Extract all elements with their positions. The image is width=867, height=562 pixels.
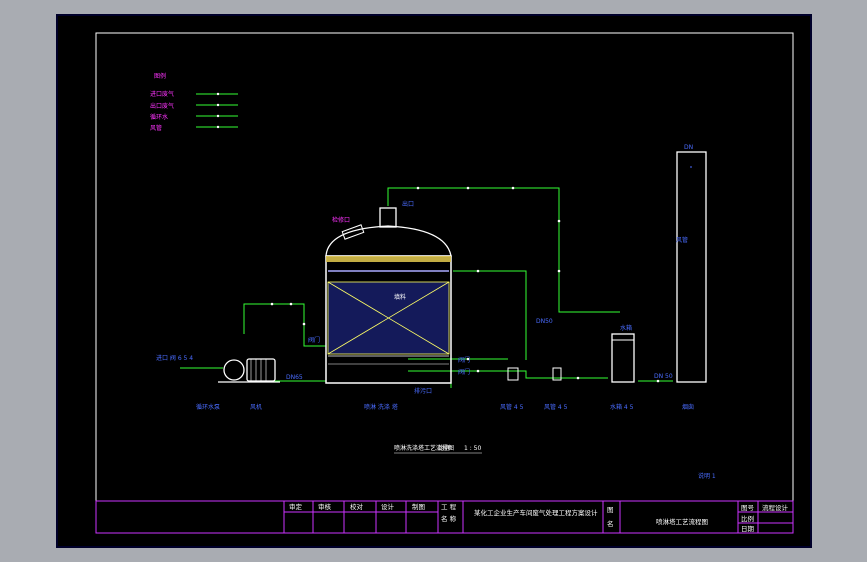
legend: 进口废气 出口废气 循环水 风管 xyxy=(150,90,238,132)
legend-item-4: 风管 xyxy=(150,124,162,132)
drawing-sheet: 图例 进口废气 出口废气 循环水 风管 检修口 出口 填料 进口 阀 6 5 4… xyxy=(95,32,794,534)
eq-label-pipe1: 风管 4 5 xyxy=(500,403,524,411)
label-valve-a: 阀门 xyxy=(458,356,470,364)
tb-cell-2: 审核 xyxy=(318,502,332,511)
legend-item-2: 出口废气 xyxy=(150,102,174,110)
tb-project-label: 工 程 xyxy=(441,502,457,511)
scale-value: 1 : 50 xyxy=(464,445,481,452)
tower-outlet-stub xyxy=(379,207,397,228)
label-manhole: 检修口 xyxy=(332,216,350,224)
scrubber-tower xyxy=(325,207,452,384)
demister-layer xyxy=(326,256,451,262)
tb-right-2: 比例 xyxy=(741,514,754,523)
legend-item-1: 进口废气 xyxy=(150,90,174,98)
legend-title: 图例 xyxy=(154,72,166,80)
label-valve-b: 阀门 xyxy=(458,368,470,376)
eq-label-pump: 循环水泵 xyxy=(196,403,220,411)
note-label: 说明 1 xyxy=(698,472,716,480)
manhole-hatch xyxy=(341,224,365,240)
tb-right-value: 流程设计 xyxy=(762,503,789,512)
label-stack-mark: 风管 xyxy=(676,236,688,244)
eq-label-stack: 烟囱 xyxy=(682,403,694,411)
label-packing: 填料 xyxy=(394,293,406,301)
tb-project-name: 某化工企业生产车间废气处理工程方案设计 xyxy=(474,508,598,517)
pipe-pump-riser xyxy=(243,303,327,361)
label-drain: 排污口 xyxy=(414,387,432,395)
eq-label-tower: 喷淋 洗涤 塔 xyxy=(364,403,398,411)
fan-1 xyxy=(507,367,519,381)
cad-viewport[interactable]: 图例 进口废气 出口废气 循环水 风管 检修口 出口 填料 进口 阀 6 5 4… xyxy=(56,14,812,548)
label-tank-top: 水箱 xyxy=(620,324,632,332)
tb-drawing-sub: 名 xyxy=(607,519,614,528)
label-pipe-right: DN 50 xyxy=(654,373,673,380)
pump-casing xyxy=(223,359,245,381)
label-outlet-top: 出口 xyxy=(402,200,414,208)
tb-right-3: 日期 xyxy=(741,525,755,533)
chimney-stack xyxy=(676,151,707,383)
label-valve-right: 阀门 xyxy=(308,336,320,344)
label-pipe-mid: DN50 xyxy=(536,318,553,325)
tb-drawing-label: 图 xyxy=(607,506,614,514)
pipe-side-duct xyxy=(453,270,527,360)
circulation-pump xyxy=(218,358,280,383)
eq-label-pipe2: 风管 4 5 xyxy=(544,403,568,411)
tb-project-sub: 名 称 xyxy=(441,514,457,523)
label-pump-inlet: 进口 阀 6 5 4 xyxy=(156,354,193,362)
water-tank xyxy=(611,333,635,383)
legend-item-3: 循环水 xyxy=(150,113,168,121)
tb-right-1: 图号 xyxy=(741,504,755,512)
eq-label-tank: 水箱 4 5 xyxy=(610,403,634,411)
eq-label-fan: 风机 xyxy=(250,403,262,411)
tb-cell-4: 设计 xyxy=(381,502,395,511)
scale-label: 比例 xyxy=(438,444,450,452)
tb-cell-5: 制图 xyxy=(412,502,425,511)
tb-cell-3: 校对 xyxy=(350,502,364,511)
tb-drawing-name: 喷淋塔工艺流程图 xyxy=(656,517,708,526)
tb-cell-1: 审定 xyxy=(289,502,303,511)
label-chimney-top: DN xyxy=(684,144,693,151)
label-pump-pipe: DN65 xyxy=(286,374,303,381)
